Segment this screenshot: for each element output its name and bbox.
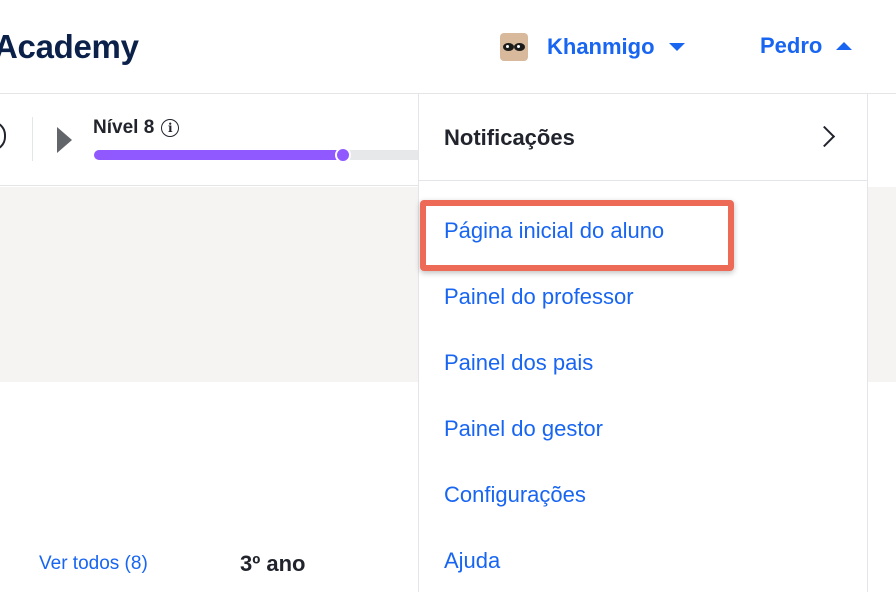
menu-item-settings[interactable]: Configurações	[444, 482, 586, 508]
khanmigo-label: Khanmigo	[547, 34, 655, 59]
chevron-right-icon	[813, 125, 836, 148]
chevron-down-icon	[668, 43, 685, 51]
top-navigation-bar: Academy Khanmigo Pedro	[0, 0, 896, 94]
menu-item-student-home[interactable]: Página inicial do aluno	[444, 218, 664, 244]
level-title: Nível 8 i	[93, 117, 180, 139]
menu-item-parent-dashboard[interactable]: Painel dos pais	[444, 350, 593, 376]
user-dropdown-menu: Notificações Página inicial do aluno Pai…	[418, 94, 868, 592]
khanmigo-avatar-icon	[500, 33, 528, 61]
view-all-link[interactable]: Ver todos (8)	[39, 553, 148, 575]
menu-item-help[interactable]: Ajuda	[444, 548, 500, 574]
info-icon[interactable]: i	[161, 119, 180, 137]
grade-heading: 3º ano	[240, 551, 306, 576]
chevron-up-icon	[836, 42, 853, 50]
user-name: Pedro	[760, 33, 823, 58]
level-progress-row: Nível 8 i	[0, 95, 418, 186]
menu-item-admin-dashboard[interactable]: Painel do gestor	[444, 416, 603, 442]
notifications-item[interactable]: Notificações	[419, 94, 867, 181]
progress-fill	[94, 150, 344, 160]
menu-item-teacher-dashboard[interactable]: Painel do professor	[444, 284, 634, 310]
notifications-label: Notificações	[444, 125, 575, 150]
partial-icon	[0, 121, 6, 151]
level-progress-bar	[94, 147, 418, 163]
divider	[32, 117, 33, 161]
khan-academy-logo[interactable]: Academy	[0, 28, 139, 66]
user-menu-button[interactable]: Pedro	[760, 33, 853, 59]
khanmigo-menu-button[interactable]: Khanmigo	[500, 33, 685, 61]
play-icon[interactable]	[57, 127, 72, 153]
level-label: Nível 8	[93, 117, 155, 138]
progress-knob	[335, 147, 352, 163]
